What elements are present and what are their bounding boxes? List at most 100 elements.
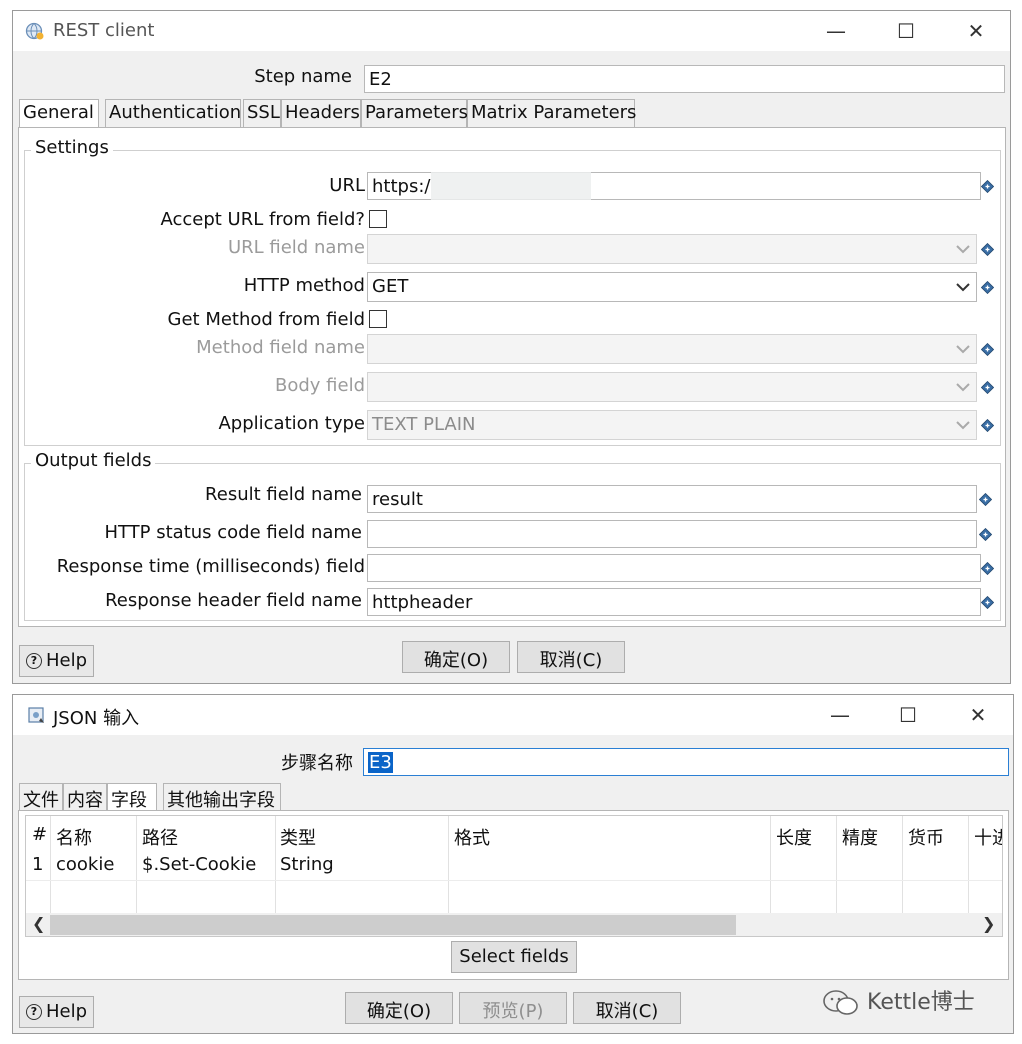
preview-button[interactable]: 预览(P) [459, 992, 567, 1024]
variable-diamond-icon [979, 528, 992, 541]
cancel-button[interactable]: 取消(C) [517, 641, 625, 673]
column-header-length[interactable]: 长度 [772, 822, 834, 850]
variable-diamond-icon [979, 493, 992, 506]
window-title: JSON 输入 [53, 708, 140, 729]
tab-bar: 文件 内容 字段 其他输出字段 [19, 783, 1004, 811]
method-field-name-label: Method field name [196, 337, 365, 358]
step-name-label: 步骤名称 [281, 753, 353, 774]
question-circle-icon: ? [26, 653, 42, 669]
get-method-label: Get Method from field [167, 309, 365, 330]
variable-diamond-icon [981, 243, 994, 256]
step-name-input[interactable]: E2 [364, 65, 1005, 93]
column-header-path[interactable]: 路径 [138, 822, 274, 850]
variable-diamond-icon [981, 180, 994, 193]
scrollbar-thumb[interactable] [50, 915, 736, 935]
row-1-index: 1 [32, 854, 44, 875]
tab-content[interactable]: 内容 [63, 783, 107, 811]
http-status-label: HTTP status code field name [104, 522, 362, 543]
maximize-icon[interactable]: ☐ [893, 703, 923, 727]
get-method-checkbox[interactable] [369, 310, 387, 328]
tab-headers[interactable]: Headers [281, 99, 361, 127]
select-fields-button[interactable]: Select fields [451, 941, 577, 973]
step-name-label: Step name [254, 66, 352, 87]
rest-client-window: REST client — ☐ ✕ Step name E2 General A… [12, 10, 1011, 684]
column-header-precision[interactable]: 精度 [838, 822, 900, 850]
tab-other-output-fields[interactable]: 其他输出字段 [163, 783, 281, 811]
accept-url-label: Accept URL from field? [160, 209, 365, 230]
scroll-right-icon[interactable]: ❯ [982, 914, 995, 933]
watermark-text: Kettle博士 [867, 990, 975, 1015]
response-header-input[interactable]: httpheader [367, 588, 981, 616]
http-method-value: GET [372, 276, 409, 297]
column-separator [968, 816, 969, 914]
column-separator [136, 816, 137, 914]
step-name-input[interactable]: E3 [363, 748, 1009, 776]
window-title: REST client [53, 20, 155, 41]
variable-diamond-icon [981, 343, 994, 356]
column-header-decimal[interactable]: 十进 [970, 822, 1002, 850]
column-header-name[interactable]: 名称 [52, 822, 136, 850]
chevron-down-icon [952, 375, 974, 399]
help-button[interactable]: ? Help [19, 996, 94, 1028]
column-separator [275, 816, 276, 914]
tab-bar: General Authentication SSL Headers Param… [19, 99, 1004, 127]
watermark: Kettle博士 [822, 984, 975, 1017]
tab-fields[interactable]: 字段 [107, 783, 157, 811]
variable-diamond-icon [981, 381, 994, 394]
body-field-select [367, 372, 977, 402]
accept-url-checkbox[interactable] [369, 210, 387, 228]
tab-general[interactable]: General [19, 99, 99, 127]
horizontal-scrollbar[interactable]: ❮ ❯ [26, 913, 1002, 936]
maximize-icon[interactable]: ☐ [891, 19, 921, 43]
column-header-currency[interactable]: 货币 [904, 822, 966, 850]
tab-parameters[interactable]: Parameters [361, 99, 468, 127]
column-header-format[interactable]: 格式 [450, 822, 770, 850]
url-field-name-select [367, 234, 977, 264]
application-type-select[interactable]: TEXT PLAIN [367, 410, 977, 440]
json-input-icon [28, 707, 44, 723]
ok-button[interactable]: 确定(O) [402, 641, 510, 673]
wechat-icon [823, 990, 858, 1015]
fields-table: # 名称 路径 类型 格式 长度 精度 货币 十进 1 cookie $.Set… [25, 815, 1003, 937]
response-time-input[interactable] [367, 554, 981, 582]
result-field-label: Result field name [205, 484, 362, 505]
step-name-value: E3 [368, 752, 393, 773]
http-method-select[interactable]: GET [367, 272, 977, 302]
result-field-input[interactable]: result [367, 485, 977, 513]
minimize-icon[interactable]: — [821, 19, 851, 43]
variable-diamond-icon [981, 562, 994, 575]
title-bar: JSON 输入 — ☐ ✕ [13, 695, 1013, 735]
row-1-name[interactable]: cookie [52, 852, 136, 880]
column-header-type[interactable]: 类型 [276, 822, 446, 850]
chevron-down-icon [952, 237, 974, 261]
cancel-button[interactable]: 取消(C) [573, 992, 681, 1024]
globe-icon [25, 22, 44, 40]
row-1-path[interactable]: $.Set-Cookie [138, 852, 274, 880]
http-status-input[interactable] [367, 520, 977, 548]
method-field-name-select [367, 334, 977, 364]
row-1-type[interactable]: String [276, 852, 446, 880]
tab-matrix-parameters[interactable]: Matrix Parameters [467, 99, 636, 127]
row-separator [26, 880, 1002, 881]
column-separator [836, 816, 837, 914]
close-icon[interactable]: ✕ [961, 19, 991, 43]
json-input-window: JSON 输入 — ☐ ✕ 步骤名称 E3 文件 内容 字段 其他输出字段 # … [12, 694, 1014, 1034]
chevron-down-icon [952, 413, 974, 437]
http-method-label: HTTP method [243, 275, 365, 296]
scroll-left-icon[interactable]: ❮ [32, 914, 45, 933]
general-tab-panel: Settings URL https:/ Accept URL from fie… [18, 127, 1006, 627]
title-bar: REST client — ☐ ✕ [13, 11, 1010, 51]
help-button-label: Help [46, 1001, 88, 1022]
application-type-label: Application type [218, 413, 365, 434]
column-separator [50, 816, 51, 914]
tab-file[interactable]: 文件 [19, 783, 63, 811]
tab-authentication[interactable]: Authentication [105, 99, 241, 127]
close-icon[interactable]: ✕ [963, 703, 993, 727]
help-button[interactable]: ? Help [19, 645, 94, 677]
variable-diamond-icon [981, 596, 994, 609]
url-label: URL [329, 175, 365, 196]
chevron-down-icon [952, 337, 974, 361]
minimize-icon[interactable]: — [825, 703, 855, 727]
ok-button[interactable]: 确定(O) [345, 992, 453, 1024]
tab-ssl[interactable]: SSL [243, 99, 281, 127]
